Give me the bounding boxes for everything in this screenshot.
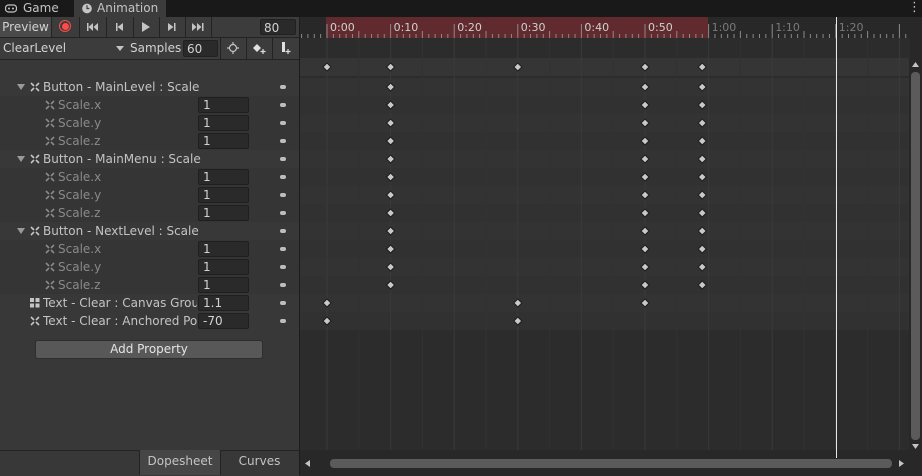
scroll-left-icon[interactable] <box>304 459 312 468</box>
dopesheet-canvas: 0:00 0:10 0:20 0:30 0:40 0:50 1:00 1:10 1:20 <box>300 21 909 450</box>
ruler-label: 0:30 <box>521 21 546 34</box>
playhead-line[interactable] <box>836 17 837 458</box>
ruler-label: 1:10 <box>775 21 800 34</box>
ruler-label: 0:50 <box>648 21 673 34</box>
scroll-right-icon[interactable] <box>897 459 905 468</box>
scroll-up-icon[interactable] <box>911 61 920 69</box>
ruler-label: 0:20 <box>457 21 482 34</box>
scroll-down-icon[interactable] <box>911 443 920 451</box>
keyframe-track <box>300 294 909 312</box>
keyframe-track <box>300 312 909 330</box>
ruler-label: 0:10 <box>394 21 419 34</box>
ruler-label: 1:20 <box>839 21 864 34</box>
ruler-label: 0:40 <box>584 21 609 34</box>
horizontal-scrollbar-thumb[interactable] <box>330 459 892 468</box>
ruler-label: 0:00 <box>330 21 355 34</box>
vertical-scrollbar-thumb[interactable] <box>911 72 920 440</box>
ruler-label: 1:00 <box>712 21 737 34</box>
